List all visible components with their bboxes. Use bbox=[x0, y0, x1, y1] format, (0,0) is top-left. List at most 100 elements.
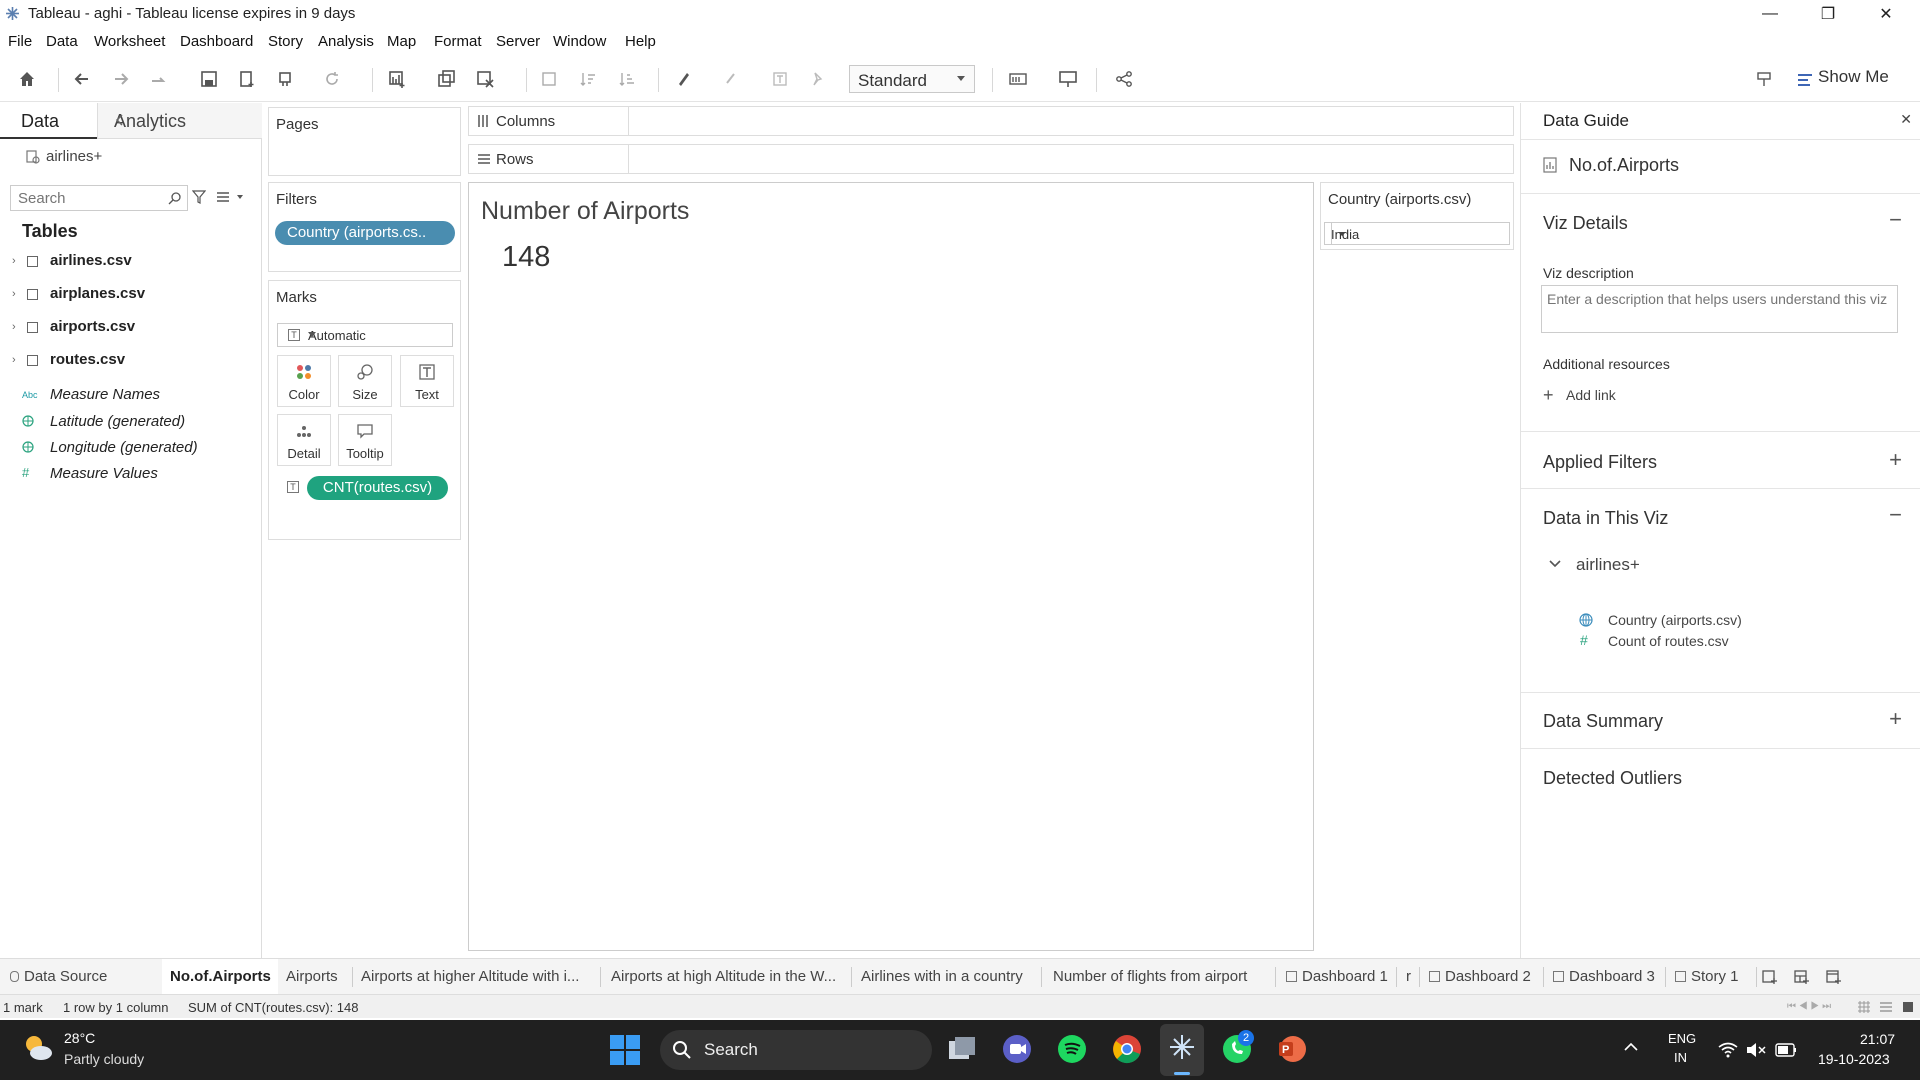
pause-updates-icon[interactable] bbox=[274, 68, 296, 90]
close-window-button[interactable]: ✕ bbox=[1858, 0, 1914, 28]
tab-flights-from-airport[interactable]: Number of flights from airport bbox=[1053, 959, 1247, 995]
wifi-icon[interactable] bbox=[1718, 1042, 1738, 1058]
tableau-taskbar-button[interactable] bbox=[1160, 1024, 1204, 1076]
tab-story-1[interactable]: Story 1 bbox=[1675, 959, 1739, 995]
tab-airports-high-altitude[interactable]: Airports at high Altitude in the W... bbox=[611, 959, 836, 995]
chrome-icon[interactable] bbox=[1112, 1034, 1142, 1064]
menu-worksheet[interactable]: Worksheet bbox=[94, 33, 165, 50]
close-guide-icon[interactable]: ✕ bbox=[1900, 111, 1912, 128]
view-options-icon[interactable] bbox=[217, 192, 245, 202]
redo-icon[interactable] bbox=[110, 68, 132, 90]
search-input[interactable] bbox=[11, 186, 161, 210]
share-icon[interactable] bbox=[1113, 68, 1135, 90]
windows-start-icon[interactable] bbox=[610, 1035, 640, 1065]
guide-field-country[interactable]: Country (airports.csv) bbox=[1608, 612, 1742, 628]
field-longitude[interactable]: Longitude (generated) bbox=[22, 438, 252, 460]
clock-time[interactable]: 21:07 bbox=[1860, 1031, 1895, 1047]
tab-data[interactable]: Data bbox=[0, 103, 97, 139]
search-field[interactable] bbox=[10, 185, 188, 211]
tab-no-of-airports[interactable]: No.of.Airports bbox=[162, 959, 278, 995]
volume-muted-icon[interactable] bbox=[1746, 1042, 1766, 1058]
detected-outliers-heading[interactable]: Detected Outliers bbox=[1543, 768, 1682, 789]
menu-file[interactable]: File bbox=[8, 33, 32, 50]
highlight-icon[interactable] bbox=[673, 68, 695, 90]
datasource-name[interactable]: airlines+ bbox=[46, 148, 102, 165]
rows-shelf[interactable]: Rows bbox=[468, 144, 1514, 174]
home-icon[interactable] bbox=[16, 68, 38, 90]
swap-rows-columns-icon[interactable] bbox=[538, 68, 560, 90]
menu-server[interactable]: Server bbox=[496, 33, 540, 50]
language-label[interactable]: ENG bbox=[1668, 1031, 1696, 1046]
marks-text-button[interactable]: Text bbox=[400, 355, 454, 407]
collapse-icon[interactable]: − bbox=[1889, 207, 1902, 233]
measure-pill-cnt-routes[interactable]: CNT(routes.csv) bbox=[307, 476, 448, 500]
mark-type-select[interactable]: T Automatic bbox=[277, 323, 453, 347]
tab-dashboard-1[interactable]: Dashboard 1 bbox=[1286, 959, 1388, 995]
menu-map[interactable]: Map bbox=[387, 33, 416, 50]
field-latitude[interactable]: Latitude (generated) bbox=[22, 412, 252, 434]
new-datasource-icon[interactable] bbox=[236, 68, 258, 90]
new-worksheet-icon[interactable] bbox=[1762, 969, 1778, 985]
viz-description-input[interactable] bbox=[1541, 285, 1898, 333]
marks-detail-button[interactable]: Detail bbox=[277, 414, 331, 466]
show-cards-icon[interactable] bbox=[1007, 68, 1029, 90]
pin-icon[interactable] bbox=[1753, 68, 1775, 90]
view-title[interactable]: Number of Airports bbox=[481, 197, 689, 226]
sort-descending-icon[interactable] bbox=[616, 68, 638, 90]
filters-card[interactable]: Filters Country (airports.cs.. bbox=[268, 182, 461, 272]
collapse-pane-icon[interactable] bbox=[114, 113, 256, 127]
battery-icon[interactable] bbox=[1775, 1043, 1797, 1057]
data-summary-heading[interactable]: Data Summary bbox=[1543, 711, 1663, 732]
marks-size-button[interactable]: Size bbox=[338, 355, 392, 407]
chevron-down-icon[interactable] bbox=[1549, 560, 1561, 568]
taskbar-search-box[interactable]: Search bbox=[660, 1030, 932, 1070]
tab-dashboard-2[interactable]: Dashboard 2 bbox=[1429, 959, 1531, 995]
filter-pill-country[interactable]: Country (airports.cs.. bbox=[275, 221, 455, 245]
weather-icon[interactable] bbox=[22, 1034, 54, 1062]
menu-help[interactable]: Help bbox=[625, 33, 656, 50]
applied-filters-heading[interactable]: Applied Filters bbox=[1543, 452, 1657, 473]
sheet-navigation-icon[interactable]: ⏮ ◀ ▶ ⏭ bbox=[1787, 1001, 1831, 1012]
show-me-button[interactable]: Show Me bbox=[1818, 67, 1889, 87]
menu-window[interactable]: Window bbox=[553, 33, 606, 50]
new-story-icon[interactable] bbox=[1826, 969, 1842, 985]
filter-icon[interactable] bbox=[192, 190, 206, 204]
presentation-mode-icon[interactable] bbox=[1057, 68, 1079, 90]
minimize-button[interactable]: — bbox=[1742, 0, 1798, 28]
grid-view-icon[interactable] bbox=[1858, 1001, 1870, 1013]
powerpoint-icon[interactable]: P bbox=[1277, 1034, 1307, 1064]
refresh-icon[interactable] bbox=[321, 68, 343, 90]
guide-datasource[interactable]: airlines+ bbox=[1576, 555, 1640, 575]
fit-select[interactable]: Standard bbox=[849, 65, 975, 93]
new-dashboard-icon[interactable] bbox=[1794, 969, 1810, 985]
table-item-routes[interactable]: › routes.csv bbox=[12, 349, 252, 373]
restore-button[interactable]: ❐ bbox=[1800, 0, 1856, 28]
menu-format[interactable]: Format bbox=[434, 33, 482, 50]
table-item-airplanes[interactable]: › airplanes.csv bbox=[12, 283, 252, 307]
clear-sheet-icon[interactable] bbox=[474, 68, 496, 90]
menu-dashboard[interactable]: Dashboard bbox=[180, 33, 253, 50]
country-select[interactable]: India bbox=[1324, 222, 1510, 245]
menu-story[interactable]: Story bbox=[268, 33, 303, 50]
task-view-icon[interactable] bbox=[947, 1035, 977, 1063]
duplicate-sheet-icon[interactable] bbox=[435, 68, 457, 90]
save-icon[interactable] bbox=[198, 68, 220, 90]
sort-ascending-icon[interactable] bbox=[577, 68, 599, 90]
collapse-icon[interactable]: − bbox=[1889, 502, 1902, 528]
tab-airlines-in-country[interactable]: Airlines with in a country bbox=[861, 959, 1023, 995]
replay-icon[interactable] bbox=[148, 68, 170, 90]
viz-canvas[interactable]: Number of Airports 148 bbox=[468, 182, 1314, 951]
table-item-airports[interactable]: › airports.csv bbox=[12, 316, 252, 340]
undo-icon[interactable] bbox=[71, 68, 93, 90]
expand-icon[interactable]: + bbox=[1889, 706, 1902, 732]
chevron-up-icon[interactable] bbox=[1624, 1042, 1638, 1052]
expand-icon[interactable]: + bbox=[1889, 447, 1902, 473]
viz-details-heading[interactable]: Viz Details bbox=[1543, 213, 1628, 234]
columns-shelf[interactable]: Columns bbox=[468, 106, 1514, 136]
filmstrip-view-icon[interactable] bbox=[1902, 1001, 1914, 1013]
view-value[interactable]: 148 bbox=[502, 241, 550, 274]
tab-data-source[interactable]: Data Source bbox=[10, 959, 107, 995]
show-labels-icon[interactable] bbox=[769, 68, 791, 90]
pages-card[interactable]: Pages bbox=[268, 107, 461, 176]
tab-r[interactable]: r bbox=[1406, 959, 1411, 995]
